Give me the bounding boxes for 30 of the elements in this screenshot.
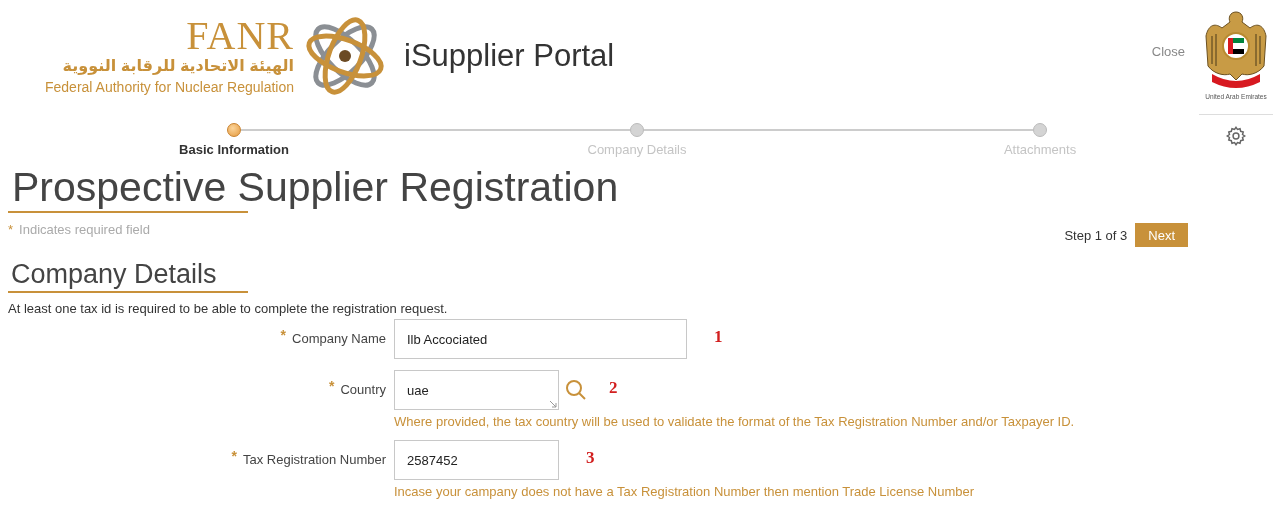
input-field[interactable]: uae [394, 370, 559, 410]
field-label: Country [340, 382, 386, 397]
field-hint: Where provided, the tax country will be used to validate the format of the Tax Registration Number and/or Taxpayer ID. [394, 414, 1076, 429]
search-icon[interactable] [565, 379, 587, 401]
step-label: Basic Information [179, 142, 289, 157]
input-field[interactable]: Ilb Accociated [394, 319, 687, 359]
input-field[interactable]: 2587452 [394, 440, 559, 480]
section-note: At least one tax id is required to be able to complete the registration request. [8, 301, 449, 316]
field-hint: Incase your campany does not have a Tax Registration Number then mention Trade License Number [394, 484, 976, 499]
settings-icon[interactable] [1225, 125, 1247, 147]
logo-acronym: FANR [186, 16, 295, 56]
field-label: Tax Registration Number [242, 452, 386, 467]
required-mark: * [329, 378, 335, 394]
annotation-number: 2 [609, 378, 618, 398]
page-title: Prospective Supplier Registration [11, 163, 620, 211]
step-label: Company Details [587, 142, 687, 157]
step-label: Attachments [1003, 142, 1077, 157]
field-label: Company Name [292, 331, 386, 346]
logo-arabic-name: الهيئة الاتحادية للرقابة النووية [62, 56, 295, 76]
step-counter: Step 1 of 3 [1064, 227, 1128, 243]
annotation-number: 3 [586, 448, 595, 468]
resize-grip-icon[interactable] [549, 400, 557, 408]
close-link[interactable]: Close [1151, 43, 1185, 59]
required-field-note: * Indicates required field [8, 222, 150, 237]
required-mark: * [280, 327, 287, 343]
required-mark: * [231, 448, 237, 464]
section-title: Company Details [10, 258, 218, 291]
portal-title: iSupplier Portal [404, 38, 615, 74]
annotation-number: 1 [714, 327, 723, 347]
logo-english-name: Federal Authority for Nuclear Regulation [45, 78, 295, 96]
